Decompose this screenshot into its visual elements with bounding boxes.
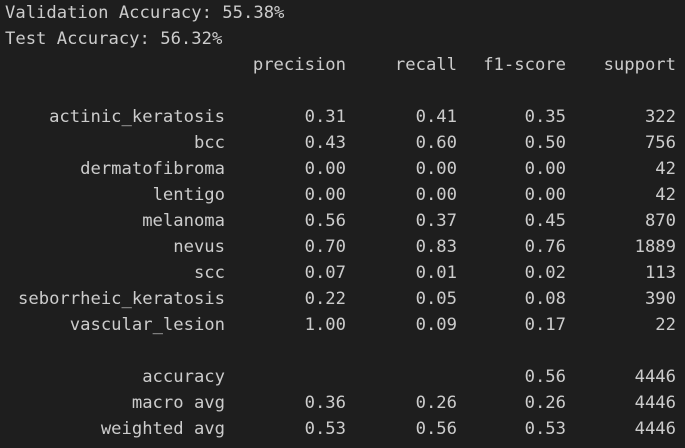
row-f1: 0.26 bbox=[524, 393, 566, 413]
row-f1: 0.76 bbox=[524, 237, 566, 257]
row-label: weighted avg bbox=[100, 419, 225, 439]
row-f1: 0.02 bbox=[524, 263, 566, 283]
row-precision: 0.56 bbox=[304, 211, 346, 231]
row-precision: 0.31 bbox=[304, 107, 346, 127]
row-precision: 0.36 bbox=[304, 393, 346, 413]
row-support: 42 bbox=[655, 185, 676, 205]
row-f1: 0.08 bbox=[524, 289, 566, 309]
row-recall: 0.41 bbox=[415, 107, 457, 127]
row-support: 1889 bbox=[634, 237, 676, 257]
row-recall: 0.83 bbox=[415, 237, 457, 257]
row-support: 4446 bbox=[634, 393, 676, 413]
header-recall: recall bbox=[394, 55, 457, 75]
row-support: 113 bbox=[644, 263, 676, 283]
row-recall: 0.01 bbox=[415, 263, 457, 283]
row-support: 322 bbox=[644, 107, 676, 127]
row-precision: 1.00 bbox=[304, 315, 346, 335]
row-support: 4446 bbox=[634, 419, 676, 439]
row-support: 870 bbox=[644, 211, 676, 231]
row-f1: 0.00 bbox=[524, 185, 566, 205]
test-accuracy-line: Test Accuracy: 56.32% bbox=[5, 29, 223, 49]
row-precision: 0.22 bbox=[304, 289, 346, 309]
row-label: vascular_lesion bbox=[69, 315, 225, 335]
header-precision: precision bbox=[252, 55, 346, 75]
row-label: nevus bbox=[173, 237, 225, 257]
row-recall: 0.00 bbox=[415, 185, 457, 205]
row-f1: 0.45 bbox=[524, 211, 566, 231]
row-recall: 0.56 bbox=[415, 419, 457, 439]
row-label: scc bbox=[193, 263, 225, 283]
row-f1: 0.53 bbox=[524, 419, 566, 439]
row-f1: 0.00 bbox=[524, 159, 566, 179]
header-f1-score: f1-score bbox=[483, 55, 566, 75]
row-label: actinic_keratosis bbox=[49, 107, 225, 127]
row-recall: 0.60 bbox=[415, 133, 457, 153]
row-precision: 0.00 bbox=[304, 185, 346, 205]
row-support: 22 bbox=[655, 315, 676, 335]
row-support: 4446 bbox=[634, 367, 676, 387]
row-recall: 0.26 bbox=[415, 393, 457, 413]
row-recall: 0.37 bbox=[415, 211, 457, 231]
row-recall: 0.09 bbox=[415, 315, 457, 335]
row-precision: 0.00 bbox=[304, 159, 346, 179]
row-f1: 0.56 bbox=[524, 367, 566, 387]
row-precision: 0.53 bbox=[304, 419, 346, 439]
header-support: support bbox=[603, 55, 676, 75]
row-f1: 0.50 bbox=[524, 133, 566, 153]
row-label: dermatofibroma bbox=[80, 159, 225, 179]
row-precision: 0.43 bbox=[304, 133, 346, 153]
row-support: 756 bbox=[644, 133, 676, 153]
row-label: seborrheic_keratosis bbox=[18, 289, 225, 309]
row-f1: 0.35 bbox=[524, 107, 566, 127]
row-support: 42 bbox=[655, 159, 676, 179]
row-recall: 0.00 bbox=[415, 159, 457, 179]
row-label: melanoma bbox=[142, 211, 225, 231]
row-label: bcc bbox=[193, 133, 225, 153]
row-label: accuracy bbox=[142, 367, 225, 387]
row-f1: 0.17 bbox=[524, 315, 566, 335]
row-label: macro avg bbox=[131, 393, 225, 413]
validation-accuracy-line: Validation Accuracy: 55.38% bbox=[5, 3, 285, 23]
terminal-output: Validation Accuracy: 55.38% Test Accurac… bbox=[0, 0, 685, 448]
row-recall: 0.05 bbox=[415, 289, 457, 309]
row-precision: 0.07 bbox=[304, 263, 346, 283]
row-label: lentigo bbox=[152, 185, 225, 205]
row-precision: 0.70 bbox=[304, 237, 346, 257]
row-support: 390 bbox=[644, 289, 676, 309]
